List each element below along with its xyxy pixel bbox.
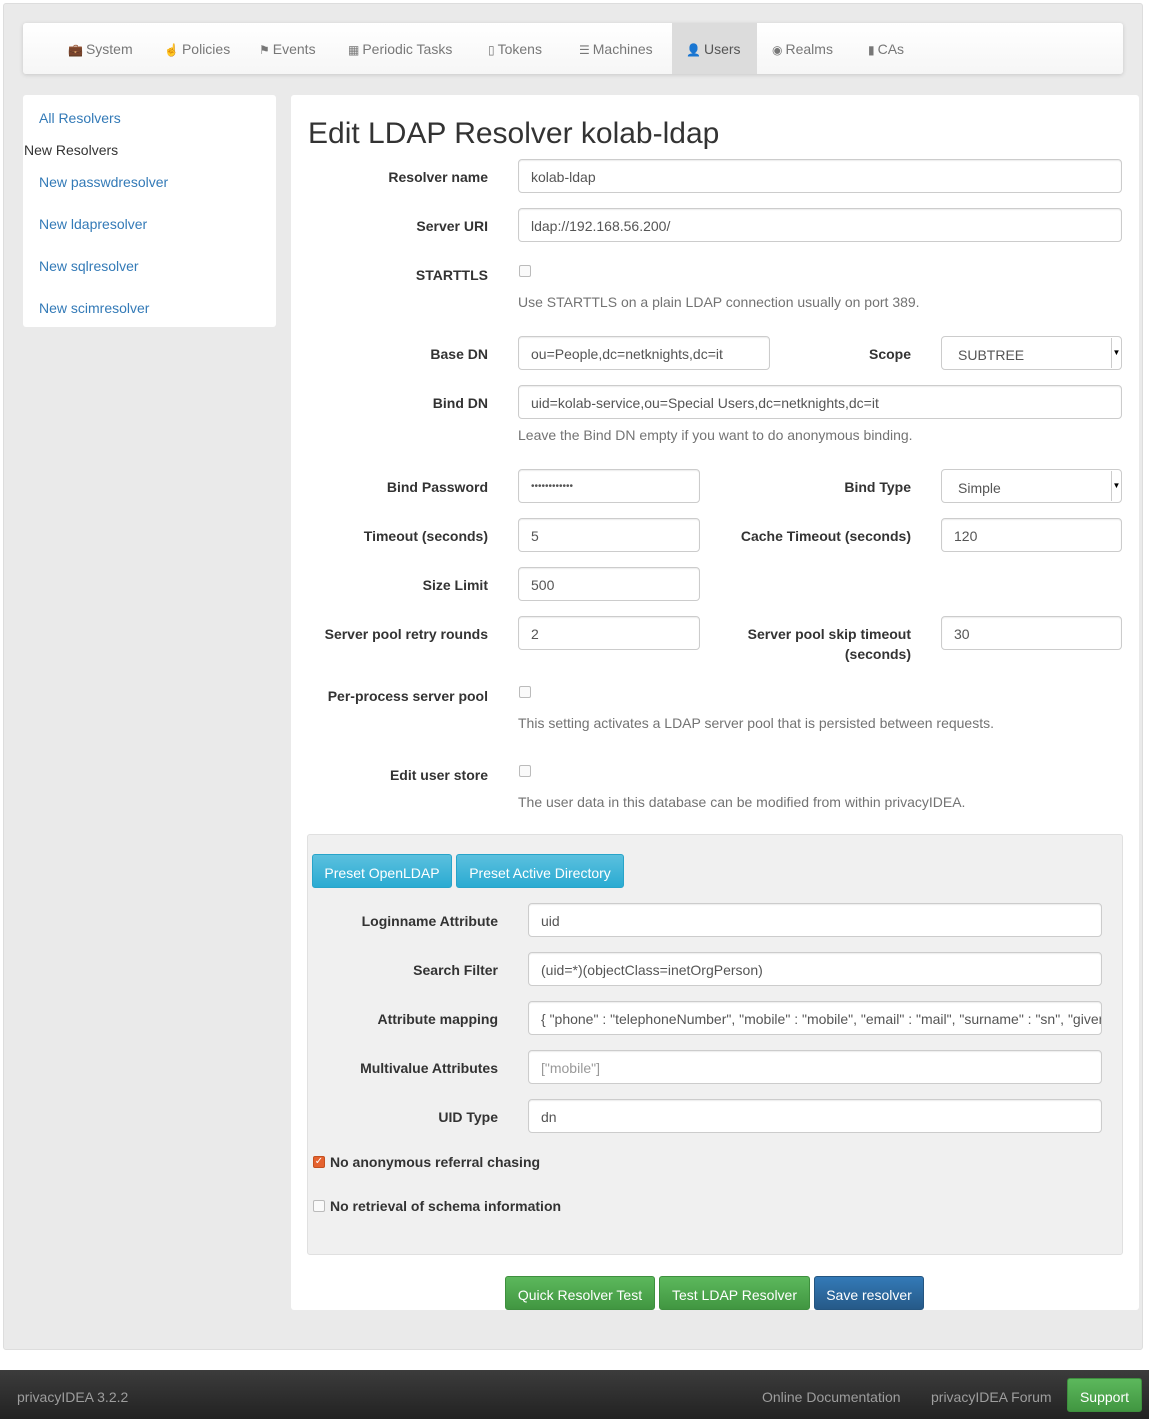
top-navbar: 💼 System ☝ Policies ⚑ Events ▦ Periodic Task… xyxy=(23,23,1123,74)
test-ldap-resolver-button[interactable]: Test LDAP Resolver xyxy=(659,1276,810,1310)
uid-type-label: UID Type xyxy=(438,1109,498,1125)
edit-user-store-checkbox[interactable] xyxy=(519,765,531,777)
nav-periodic-tasks[interactable]: ▦ Periodic Tasks xyxy=(334,23,466,74)
sidebar-all-resolvers[interactable]: All Resolvers xyxy=(39,110,121,126)
attr-mapping-label: Attribute mapping xyxy=(377,1011,498,1027)
multivalue-input[interactable]: ["mobile"] xyxy=(528,1050,1102,1084)
no-referral-checkbox[interactable]: ✓ xyxy=(313,1156,325,1168)
skip-timeout-label: Server pool skip timeout (seconds) xyxy=(747,626,911,662)
search-filter-input[interactable]: (uid=*)(objectClass=inetOrgPerson) xyxy=(528,952,1102,986)
timeout-label: Timeout (seconds) xyxy=(363,528,488,544)
globe-icon: ◉ xyxy=(772,43,783,57)
nav-users[interactable]: 👤 Users xyxy=(672,23,757,74)
bind-dn-label: Bind DN xyxy=(432,395,488,411)
footer-version: privacyIDEA 3.2.2 xyxy=(17,1389,129,1405)
base-dn-input[interactable]: ou=People,dc=netknights,dc=it xyxy=(518,336,770,370)
bind-type-label: Bind Type xyxy=(844,479,911,495)
bookmark-icon: ▮ xyxy=(868,43,875,57)
base-dn-label: Base DN xyxy=(430,346,488,362)
footer-docs-link[interactable]: Online Documentation xyxy=(762,1370,901,1425)
footer: privacyIDEA 3.2.2 Online Documentation p… xyxy=(0,1370,1149,1419)
starttls-help: Use STARTTLS on a plain LDAP connection … xyxy=(518,294,920,310)
preset-ad-button[interactable]: Preset Active Directory xyxy=(456,854,624,888)
resolver-name-label: Resolver name xyxy=(388,169,488,185)
loginname-input[interactable]: uid xyxy=(528,903,1102,937)
nav-policies[interactable]: ☝ Policies xyxy=(150,23,244,74)
nav-machines[interactable]: ☰ Machines xyxy=(565,23,667,74)
chevron-down-icon: ▼ xyxy=(1111,471,1121,501)
phone-icon: ▯ xyxy=(488,43,495,57)
nav-cas[interactable]: ▮ CAs xyxy=(854,23,918,74)
ldap-attributes-well: Preset OpenLDAP Preset Active Directory … xyxy=(307,834,1123,1255)
scope-select[interactable]: SUBTREE ▼ xyxy=(941,336,1122,370)
no-schema-checkbox[interactable] xyxy=(313,1200,325,1212)
no-referral-label: No anonymous referral chasing xyxy=(330,1154,541,1170)
skip-timeout-input[interactable]: 30 xyxy=(941,616,1122,650)
sidebar-new-passwdresolver[interactable]: New passwdresolver xyxy=(39,174,168,190)
flag-icon: ⚑ xyxy=(259,43,270,57)
edit-user-store-label: Edit user store xyxy=(389,767,488,783)
per-process-checkbox[interactable] xyxy=(519,686,531,698)
edit-user-store-help: The user data in this database can be mo… xyxy=(518,794,966,810)
server-icon: ☰ xyxy=(579,43,590,57)
sidebar-new-sqlresolver[interactable]: New sqlresolver xyxy=(39,258,139,274)
starttls-checkbox[interactable] xyxy=(519,265,531,277)
no-schema-label: No retrieval of schema information xyxy=(330,1198,562,1214)
preset-openldap-button[interactable]: Preset OpenLDAP xyxy=(312,854,452,888)
resolver-name-input[interactable]: kolab-ldap xyxy=(518,159,1122,193)
sidebar-header: New Resolvers xyxy=(24,142,119,158)
retry-rounds-label: Server pool retry rounds xyxy=(324,626,488,642)
briefcase-icon: 💼 xyxy=(68,43,83,57)
starttls-label: STARTTLS xyxy=(415,267,488,283)
sidebar: All Resolvers New Resolvers New passwdre… xyxy=(23,95,276,327)
sidebar-new-ldapresolver[interactable]: New ldapresolver xyxy=(39,216,147,232)
hand-pointer-icon: ☝ xyxy=(164,43,179,57)
timeout-input[interactable]: 5 xyxy=(518,518,700,552)
support-button[interactable]: Support xyxy=(1067,1378,1142,1412)
user-icon: 👤 xyxy=(686,43,701,57)
retry-rounds-input[interactable]: 2 xyxy=(518,616,700,650)
save-resolver-button[interactable]: Save resolver xyxy=(814,1276,924,1310)
bind-type-select[interactable]: Simple ▼ xyxy=(941,469,1122,503)
server-uri-input[interactable]: ldap://192.168.56.200/ xyxy=(518,208,1122,242)
sidebar-new-scimresolver[interactable]: New scimresolver xyxy=(39,300,149,316)
cache-timeout-input[interactable]: 120 xyxy=(941,518,1122,552)
nav-realms[interactable]: ◉ Realms xyxy=(758,23,847,74)
scope-label: Scope xyxy=(868,346,911,362)
chevron-down-icon: ▼ xyxy=(1111,338,1121,368)
quick-resolver-test-button[interactable]: Quick Resolver Test xyxy=(505,1276,655,1310)
server-uri-label: Server URI xyxy=(416,218,488,234)
calendar-icon: ▦ xyxy=(348,43,360,57)
cache-timeout-label: Cache Timeout (seconds) xyxy=(740,528,911,544)
bind-password-input[interactable]: •••••••••••• xyxy=(518,469,700,503)
multivalue-label: Multivalue Attributes xyxy=(360,1060,498,1076)
nav-tokens[interactable]: ▯ Tokens xyxy=(474,23,556,74)
main-panel: Edit LDAP Resolver kolab-ldap Resolver n… xyxy=(291,95,1139,1310)
page-title: Edit LDAP Resolver kolab-ldap xyxy=(308,117,720,150)
footer-forum-link[interactable]: privacyIDEA Forum xyxy=(931,1370,1052,1425)
bind-password-label: Bind Password xyxy=(386,479,488,495)
loginname-label: Loginname Attribute xyxy=(361,913,498,929)
nav-system[interactable]: 💼 System xyxy=(54,23,147,74)
search-filter-label: Search Filter xyxy=(413,962,498,978)
bind-dn-help: Leave the Bind DN empty if you want to d… xyxy=(518,427,913,443)
attr-mapping-input[interactable]: { "phone" : "telephoneNumber", "mobile" … xyxy=(528,1001,1102,1035)
per-process-help: This setting activates a LDAP server poo… xyxy=(518,715,994,731)
uid-type-input[interactable]: dn xyxy=(528,1099,1102,1133)
size-limit-input[interactable]: 500 xyxy=(518,567,700,601)
bind-dn-input[interactable]: uid=kolab-service,ou=Special Users,dc=ne… xyxy=(518,385,1122,419)
size-limit-label: Size Limit xyxy=(422,577,488,593)
nav-events[interactable]: ⚑ Events xyxy=(245,23,330,74)
per-process-label: Per-process server pool xyxy=(327,688,488,704)
